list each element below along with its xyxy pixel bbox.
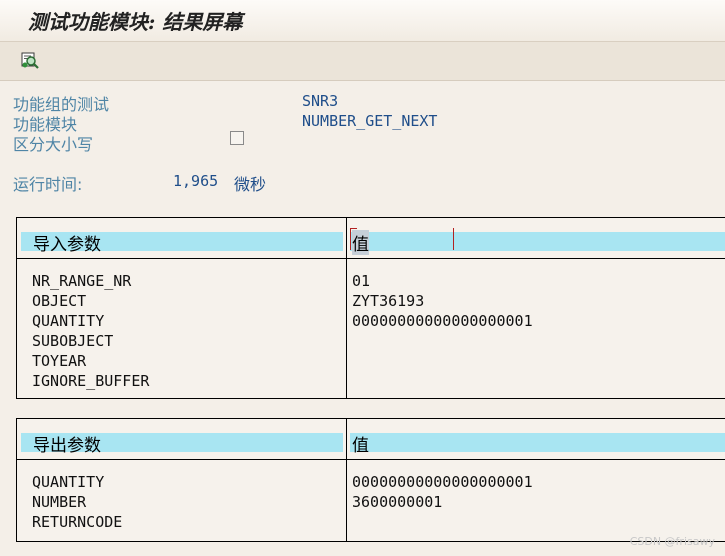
export-params-table: 导出参数 值 QUANTITY NUMBER RETURNCODE 000000… [16, 418, 725, 542]
title-bar: 测试功能模块: 结果屏幕 [0, 0, 725, 42]
case-sensitive-label: 区分大小写 [13, 135, 94, 154]
runtime-value: 1,965 [173, 172, 219, 190]
import-param-name-3: QUANTITY [32, 312, 105, 330]
focus-cursor [350, 228, 454, 250]
import-param-value-2: ZYT36193 [352, 292, 425, 310]
export-param-value-2: 3600000001 [352, 493, 443, 511]
import-param-name-6: IGNORE_BUFFER [32, 372, 150, 390]
export-name-header: 导出参数 [33, 436, 101, 456]
import-param-name-4: SUBOBJECT [32, 332, 114, 350]
import-param-value-1: 01 [352, 272, 371, 290]
export-param-name-3: RETURNCODE [32, 513, 123, 531]
import-param-name-1: NR_RANGE_NR [32, 272, 132, 290]
import-name-header: 导入参数 [33, 235, 101, 255]
export-param-name-2: NUMBER [32, 493, 87, 511]
export-value-header-band [350, 433, 725, 452]
export-value-header: 值 [352, 436, 369, 456]
import-param-name-5: TOYEAR [32, 352, 87, 370]
case-sensitive-checkbox[interactable] [230, 131, 244, 145]
import-param-value-3: 00000000000000000001 [352, 312, 533, 330]
runtime-unit: 微秒 [234, 175, 267, 194]
import-params-table: 导入参数 值 NR_RANGE_NR OBJECT QUANTITY SUBOB… [16, 217, 725, 399]
function-group-value: SNR3 [302, 92, 339, 110]
export-param-value-1: 00000000000000000001 [352, 473, 533, 491]
execute-search-icon [21, 52, 39, 69]
page-title: 测试功能模块: 结果屏幕 [28, 10, 243, 34]
watermark: CSDN @frisawy [629, 535, 715, 548]
export-param-name-1: QUANTITY [32, 473, 105, 491]
runtime-label: 运行时间: [13, 175, 83, 194]
toolbar [0, 42, 725, 81]
import-param-name-2: OBJECT [32, 292, 87, 310]
function-module-value: NUMBER_GET_NEXT [302, 112, 438, 130]
execute-button[interactable] [19, 49, 41, 71]
